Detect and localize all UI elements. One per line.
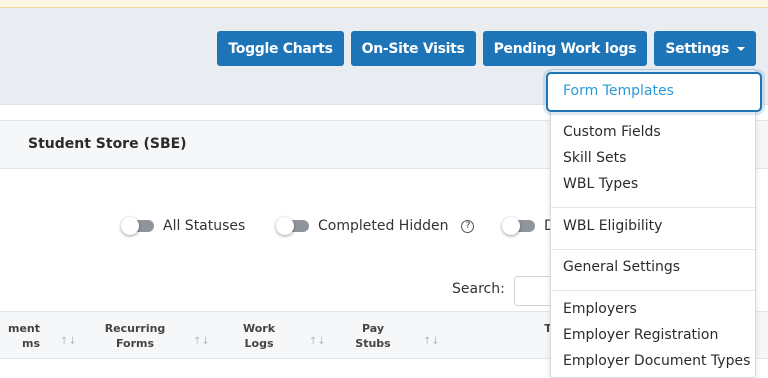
on-site-visits-button[interactable]: On-Site Visits: [350, 31, 476, 66]
header-line: Forms: [115, 337, 155, 350]
toolbar: Toggle Charts On-Site Visits Pending Wor…: [217, 31, 756, 66]
menu-divider: [551, 207, 755, 208]
toggle-knob: [276, 217, 294, 235]
sort-icon[interactable]: ↑↓: [423, 336, 440, 347]
menu-divider: [551, 249, 755, 250]
search-label: Search:: [452, 281, 505, 297]
column-header-recurring-forms[interactable]: Recurring Forms: [100, 321, 170, 351]
third-filter-toggle[interactable]: D: [502, 217, 555, 235]
toggle-knob: [121, 217, 139, 235]
column-header-work-logs[interactable]: Work Logs: [236, 321, 282, 351]
menu-item-general-settings[interactable]: General Settings: [563, 259, 680, 275]
settings-dropdown-button[interactable]: Settings: [654, 31, 756, 66]
all-statuses-toggle[interactable]: All Statuses: [121, 217, 246, 235]
header-line: Logs: [244, 337, 274, 350]
menu-item-custom-fields[interactable]: Custom Fields: [563, 124, 661, 140]
header-line: Work: [242, 322, 276, 335]
toggle-switch[interactable]: [276, 217, 309, 235]
header-line: ms: [21, 337, 40, 350]
header-line: Pay: [361, 322, 385, 335]
column-header-pay-stubs[interactable]: Pay Stubs: [350, 321, 396, 351]
menu-item-form-templates[interactable]: Form Templates: [546, 72, 762, 112]
toggle-switch[interactable]: [121, 217, 154, 235]
menu-item-wbl-eligibility[interactable]: WBL Eligibility: [563, 218, 662, 234]
column-header-enrollment-forms[interactable]: ment ms: [0, 321, 40, 351]
pending-work-logs-button[interactable]: Pending Work logs: [482, 31, 648, 66]
settings-dropdown-menu: Form Templates Custom Fields Skill Sets …: [546, 69, 762, 378]
sort-icon[interactable]: ↑↓: [193, 336, 210, 347]
menu-item-employers[interactable]: Employers: [563, 301, 637, 317]
sort-icon[interactable]: ↑↓: [60, 336, 77, 347]
header-line: ment: [7, 322, 40, 335]
menu-item-employer-document-types[interactable]: Employer Document Types: [563, 353, 750, 369]
header-line: Recurring: [104, 322, 166, 335]
sort-icon[interactable]: ↑↓: [309, 336, 326, 347]
toggle-knob: [502, 217, 520, 235]
toggle-switch[interactable]: [502, 217, 535, 235]
menu-item-skill-sets[interactable]: Skill Sets: [563, 150, 626, 166]
help-icon[interactable]: ?: [461, 219, 475, 233]
completed-hidden-toggle[interactable]: Completed Hidden ?: [276, 217, 475, 235]
store-title: Student Store (SBE): [28, 136, 187, 152]
header-line: Stubs: [355, 337, 391, 350]
caret-down-icon: [737, 47, 745, 51]
toggle-charts-button[interactable]: Toggle Charts: [217, 31, 344, 66]
menu-item-wbl-types[interactable]: WBL Types: [563, 176, 638, 192]
all-statuses-label: All Statuses: [163, 218, 246, 234]
menu-item-label: Form Templates: [563, 83, 674, 99]
notice-strip: [0, 0, 768, 8]
menu-item-employer-registration[interactable]: Employer Registration: [563, 327, 718, 343]
menu-divider: [551, 290, 755, 291]
completed-hidden-label: Completed Hidden: [318, 218, 449, 234]
settings-label: Settings: [665, 40, 729, 57]
